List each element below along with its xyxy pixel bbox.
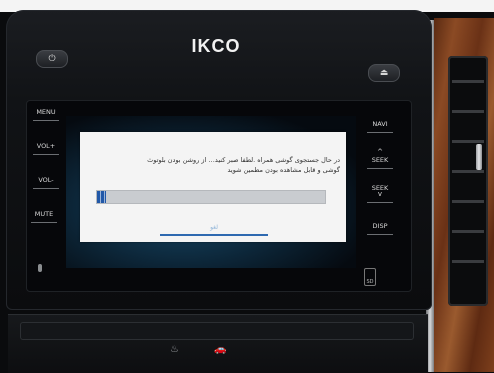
- seat-heater-icon[interactable]: ♨: [170, 344, 179, 355]
- seek-up-key[interactable]: ^ SEEK: [366, 148, 394, 169]
- volume-down-key-label: VOL-: [38, 176, 54, 184]
- vent-slat: [452, 140, 484, 143]
- cancel-button-underline: [160, 234, 268, 236]
- volume-up-key[interactable]: VOL+: [32, 142, 60, 155]
- sd-slot-label: SD: [366, 279, 374, 285]
- eject-button[interactable]: ⏏: [368, 64, 400, 82]
- vent-adjust-knob[interactable]: [476, 144, 482, 170]
- menu-key[interactable]: MENU: [32, 108, 60, 121]
- cd-slot: [20, 322, 414, 340]
- vent-slat: [452, 200, 484, 203]
- navi-key[interactable]: NAVI: [366, 120, 394, 133]
- vent-slat: [452, 110, 484, 113]
- mute-key-label: MUTE: [34, 210, 54, 218]
- key-divider: [33, 154, 59, 155]
- car-head-unit-photo: IKCO ⏻ ⏏ MENU VOL+ VOL- MUTE NAVI ^ SEEK…: [0, 0, 494, 373]
- dialog-message: در حال جستجوی گوشی همراه .لطفا صبر کنید……: [130, 155, 340, 175]
- menu-key-label: MENU: [36, 108, 56, 116]
- key-divider: [33, 120, 59, 121]
- power-button[interactable]: ⏻: [36, 50, 68, 68]
- power-icon: ⏻: [48, 54, 56, 64]
- disp-key-label: DISP: [372, 222, 388, 230]
- dialog-message-line-1: در حال جستجوی گوشی همراه .لطفا صبر کنید……: [147, 156, 340, 164]
- chevron-down-icon: v: [377, 190, 383, 198]
- search-progress-fill: [97, 191, 107, 203]
- key-divider: [367, 168, 393, 169]
- key-divider: [367, 234, 393, 235]
- brand-logo: IKCO: [191, 36, 241, 56]
- cancel-button[interactable]: لغو: [196, 224, 232, 231]
- navi-key-label: NAVI: [372, 120, 388, 128]
- chevron-up-icon: ^: [377, 148, 383, 156]
- eject-icon: ⏏: [379, 68, 389, 78]
- vent-slat: [452, 80, 484, 83]
- vent-slat: [452, 170, 484, 173]
- disp-key[interactable]: DISP: [366, 222, 394, 235]
- volume-down-key[interactable]: VOL-: [32, 176, 60, 189]
- volume-up-key-label: VOL+: [36, 142, 56, 150]
- key-divider: [367, 202, 393, 203]
- dialog-message-line-2: گوشی و قابل مشاهده بودن مطمین شوید: [227, 166, 340, 174]
- sd-card-slot[interactable]: SD: [364, 268, 376, 286]
- car-icon[interactable]: 🚗: [214, 344, 226, 355]
- vent-slat: [452, 260, 484, 263]
- seek-down-key[interactable]: SEEK v: [366, 184, 394, 203]
- key-divider: [31, 222, 57, 223]
- seek-up-key-label: SEEK: [371, 156, 389, 164]
- key-divider: [367, 132, 393, 133]
- search-progress-bar: [96, 190, 326, 204]
- vent-slat: [452, 230, 484, 233]
- microphone-icon: [38, 264, 42, 272]
- air-vent: [448, 56, 488, 306]
- key-divider: [33, 188, 59, 189]
- mute-key[interactable]: MUTE: [30, 210, 58, 223]
